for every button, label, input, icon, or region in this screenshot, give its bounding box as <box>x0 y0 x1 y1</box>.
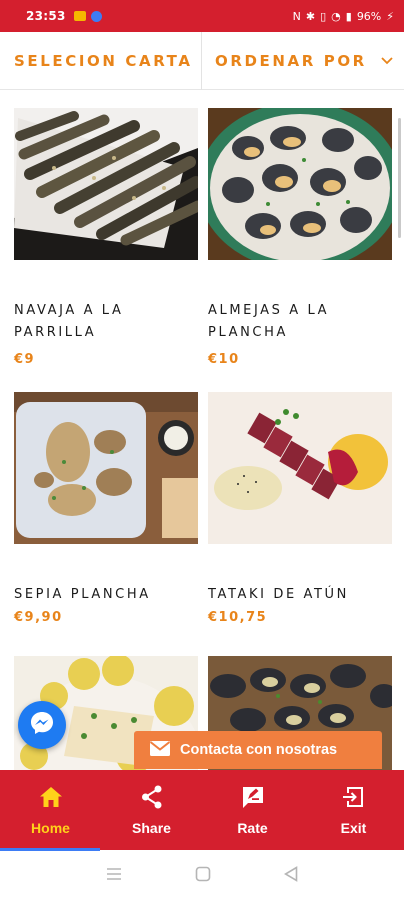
nav-rate-label: Rate <box>237 820 268 836</box>
selection-filter-label: SELECION CARTA <box>14 52 193 70</box>
item-price: €9 <box>14 352 36 367</box>
scroll-indicator[interactable] <box>398 118 401 238</box>
item-image <box>208 108 392 260</box>
mail-icon <box>149 740 171 760</box>
chevron-down-icon <box>381 54 393 68</box>
battery-label: 96% <box>356 9 382 23</box>
nav-share-label: Share <box>132 820 171 836</box>
order-by-label: ORDENAR POR <box>215 52 367 70</box>
home-icon <box>39 784 63 810</box>
contact-button[interactable]: Contacta con nosotras <box>134 731 382 769</box>
signal-icon: ▮ <box>345 9 352 23</box>
rate-icon <box>241 784 265 810</box>
vibrate-icon: ▯ <box>320 9 327 23</box>
item-name: SEPIA PLANCHA <box>14 587 151 602</box>
app-screen: 23:53 N ✱ ▯ ◔ ▮ 96% ⚡ SELECION CARTA ORD… <box>0 0 404 900</box>
notification-icons <box>73 10 102 22</box>
item-name: TATAKI DE ATÚN <box>208 587 349 602</box>
nav-exit-label: Exit <box>340 820 367 836</box>
nfc-icon: N <box>292 9 301 23</box>
nav-exit[interactable]: Exit <box>303 770 404 850</box>
nav-rate[interactable]: Rate <box>202 770 303 850</box>
system-icons: N ✱ ▯ ◔ ▮ 96% ⚡ <box>293 10 394 23</box>
bluetooth-app-icon <box>90 10 102 22</box>
recents-icon[interactable] <box>106 866 122 885</box>
menu-grid: NAVAJA A LA PARRILLA €9 ALMEJAS A LA PLA… <box>0 90 404 770</box>
item-price: €9,90 <box>14 610 63 625</box>
item-price: €10 <box>208 352 240 367</box>
item-name: ALMEJAS A LA PLANCHA <box>208 303 330 340</box>
item-image <box>14 392 198 544</box>
item-name: NAVAJA A LA PARRILLA <box>14 303 124 340</box>
contact-button-label: Contacta con nosotras <box>180 742 338 758</box>
bluetooth-icon: ✱ <box>305 9 316 23</box>
order-by-dropdown[interactable]: ORDENAR POR <box>202 32 404 90</box>
menu-item-card[interactable]: TATAKI DE ATÚN €10,75 <box>208 392 392 625</box>
menu-item-card[interactable]: SEPIA PLANCHA €9,90 <box>14 392 198 625</box>
wifi-icon: ◔ <box>331 9 341 23</box>
share-icon <box>141 784 163 810</box>
filter-bar: SELECION CARTA ORDENAR POR <box>0 32 404 90</box>
nav-home-label: Home <box>31 820 70 836</box>
item-image <box>208 392 392 544</box>
exit-icon <box>342 784 366 810</box>
menu-item-card[interactable]: NAVAJA A LA PARRILLA €9 <box>14 108 198 367</box>
messenger-button[interactable] <box>18 701 66 749</box>
bottom-navigation: Home Share Rate Exit <box>0 770 404 850</box>
nav-share[interactable]: Share <box>101 770 202 850</box>
notification-icon <box>73 11 86 21</box>
item-image <box>14 108 198 260</box>
back-icon[interactable] <box>283 865 298 886</box>
system-navigation-bar <box>0 851 404 900</box>
battery-icon: ⚡ <box>386 9 394 23</box>
home-system-icon[interactable] <box>195 866 211 886</box>
messenger-icon <box>29 710 55 740</box>
nav-home[interactable]: Home <box>0 770 101 850</box>
item-price: €10,75 <box>208 610 268 625</box>
menu-item-card[interactable]: ALMEJAS A LA PLANCHA €10 <box>208 108 392 367</box>
selection-filter-button[interactable]: SELECION CARTA <box>0 32 202 90</box>
status-time: 23:53 <box>26 9 66 23</box>
status-bar: 23:53 N ✱ ▯ ◔ ▮ 96% ⚡ <box>0 0 404 32</box>
